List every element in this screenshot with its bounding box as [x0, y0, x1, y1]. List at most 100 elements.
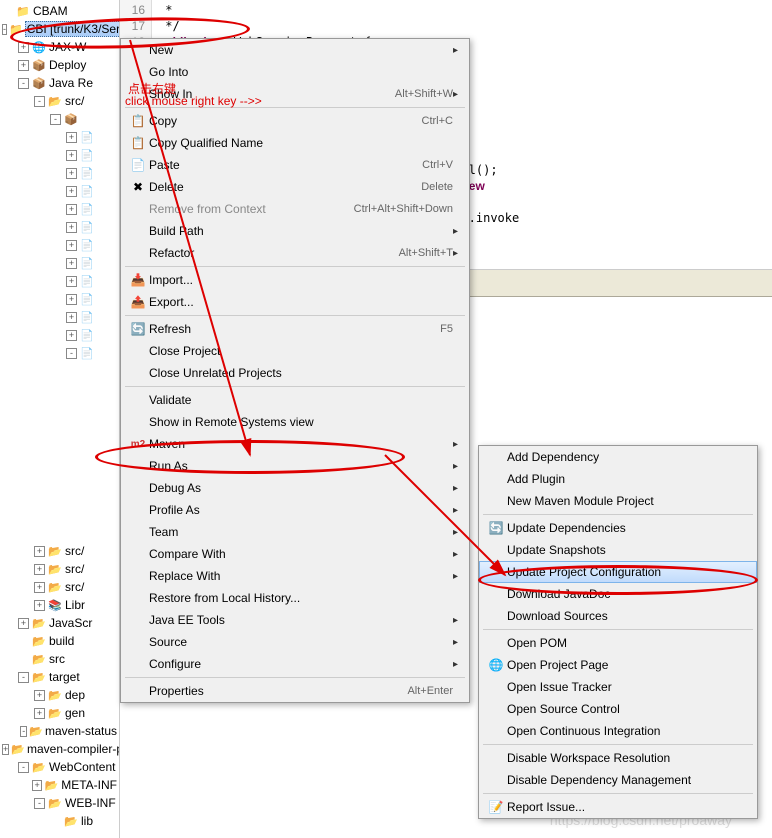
tree-item[interactable]: -📦 [0, 110, 119, 128]
menu-item-maven[interactable]: m2Maven▸ [121, 433, 469, 455]
menu-item-refactor[interactable]: RefactorAlt+Shift+T▸ [121, 242, 469, 264]
menu-item-remove-from-context[interactable]: Remove from ContextCtrl+Alt+Shift+Down [121, 198, 469, 220]
tree-item[interactable] [0, 488, 119, 506]
expander-icon[interactable]: - [18, 672, 29, 683]
expander-icon[interactable]: + [66, 312, 77, 323]
expander-icon[interactable]: + [66, 276, 77, 287]
expander-icon[interactable]: + [66, 132, 77, 143]
tree-item[interactable]: +📄 [0, 218, 119, 236]
menu-item-build-path[interactable]: Build Path▸ [121, 220, 469, 242]
expander-icon[interactable]: - [20, 726, 27, 737]
menu-item-delete[interactable]: ✖DeleteDelete [121, 176, 469, 198]
tree-item[interactable]: +📄 [0, 128, 119, 146]
menu-item-close-project[interactable]: Close Project [121, 340, 469, 362]
tree-item[interactable]: -📂target [0, 668, 119, 686]
tree-item[interactable] [0, 506, 119, 524]
expander-icon[interactable]: + [34, 708, 45, 719]
project-explorer[interactable]: 📁CBAM-📁CBI [trunk/K3/Server/project/...]… [0, 0, 120, 838]
tree-item[interactable]: 📂src [0, 650, 119, 668]
menu-item-restore-from-local-history-[interactable]: Restore from Local History... [121, 587, 469, 609]
submenu-item-open-continuous-integration[interactable]: Open Continuous Integration [479, 720, 757, 742]
tree-item[interactable]: 📂lib [0, 812, 119, 830]
menu-item-run-as[interactable]: Run As▸ [121, 455, 469, 477]
submenu-item-disable-dependency-management[interactable]: Disable Dependency Management [479, 769, 757, 791]
menu-item-team[interactable]: Team▸ [121, 521, 469, 543]
menu-item-go-into[interactable]: Go Into [121, 61, 469, 83]
expander-icon[interactable]: + [66, 258, 77, 269]
menu-item-validate[interactable]: Validate [121, 389, 469, 411]
submenu-item-open-issue-tracker[interactable]: Open Issue Tracker [479, 676, 757, 698]
tree-item[interactable]: +📄 [0, 182, 119, 200]
tree-item[interactable] [0, 380, 119, 398]
expander-icon[interactable]: - [2, 24, 7, 35]
tree-item[interactable]: +📂src/ [0, 542, 119, 560]
tree-item[interactable]: +📂src/ [0, 578, 119, 596]
expander-icon[interactable]: - [50, 114, 61, 125]
tree-item[interactable]: +📄 [0, 308, 119, 326]
tree-item[interactable]: -📄 [0, 344, 119, 362]
expander-icon[interactable]: + [2, 744, 9, 755]
expander-icon[interactable]: + [34, 546, 45, 557]
menu-item-refresh[interactable]: 🔄RefreshF5 [121, 318, 469, 340]
submenu-item-download-sources[interactable]: Download Sources [479, 605, 757, 627]
expander-icon[interactable]: + [66, 330, 77, 341]
tree-item[interactable]: +📂src/ [0, 560, 119, 578]
expander-icon[interactable]: - [18, 762, 29, 773]
expander-icon[interactable]: + [34, 690, 45, 701]
tree-item[interactable]: 📂build [0, 632, 119, 650]
menu-item-source[interactable]: Source▸ [121, 631, 469, 653]
expander-icon[interactable]: - [66, 348, 77, 359]
tree-item[interactable]: +📄 [0, 290, 119, 308]
tree-item[interactable]: +📂gen [0, 704, 119, 722]
menu-item-new[interactable]: New▸ [121, 39, 469, 61]
tree-item[interactable]: -📂WebContent [0, 758, 119, 776]
submenu-item-update-dependencies[interactable]: 🔄Update Dependencies [479, 517, 757, 539]
tree-item[interactable] [0, 434, 119, 452]
tree-item[interactable]: +📄 [0, 236, 119, 254]
menu-item-profile-as[interactable]: Profile As▸ [121, 499, 469, 521]
tree-item[interactable] [0, 524, 119, 542]
expander-icon[interactable]: + [34, 600, 45, 611]
menu-item-replace-with[interactable]: Replace With▸ [121, 565, 469, 587]
menu-item-import-[interactable]: 📥Import... [121, 269, 469, 291]
menu-item-copy-qualified-name[interactable]: 📋Copy Qualified Name [121, 132, 469, 154]
expander-icon[interactable]: + [18, 42, 29, 53]
tree-item[interactable]: +📂maven-compiler-plugin [0, 740, 119, 758]
submenu-item-open-project-page[interactable]: 🌐Open Project Page [479, 654, 757, 676]
menu-item-copy[interactable]: 📋CopyCtrl+C [121, 110, 469, 132]
submenu-item-download-javadoc[interactable]: Download JavaDoc [479, 583, 757, 605]
tree-item[interactable]: +📂dep [0, 686, 119, 704]
menu-item-java-ee-tools[interactable]: Java EE Tools▸ [121, 609, 469, 631]
tree-item[interactable]: -📁CBI [trunk/K3/Server/project/...] [0, 20, 119, 38]
tree-item[interactable]: -📦Java Re [0, 74, 119, 92]
expander-icon[interactable]: + [66, 168, 77, 179]
submenu-item-disable-workspace-resolution[interactable]: Disable Workspace Resolution [479, 747, 757, 769]
expander-icon[interactable]: + [66, 240, 77, 251]
tree-item[interactable]: -📂WEB-INF [0, 794, 119, 812]
tree-item[interactable]: +📄 [0, 272, 119, 290]
menu-item-show-in-remote-systems-view[interactable]: Show in Remote Systems view [121, 411, 469, 433]
expander-icon[interactable]: + [34, 564, 45, 575]
submenu-item-open-pom[interactable]: Open POM [479, 632, 757, 654]
submenu-item-update-project-configuration[interactable]: Update Project Configuration [479, 561, 757, 583]
menu-item-properties[interactable]: PropertiesAlt+Enter [121, 680, 469, 702]
tree-item[interactable]: +📚Libr [0, 596, 119, 614]
tree-item[interactable]: -📂src/ [0, 92, 119, 110]
tree-item[interactable]: +📦Deploy [0, 56, 119, 74]
menu-item-close-unrelated-projects[interactable]: Close Unrelated Projects [121, 362, 469, 384]
tree-item[interactable]: +📄 [0, 164, 119, 182]
menu-item-export-[interactable]: 📤Export... [121, 291, 469, 313]
tree-item[interactable] [0, 470, 119, 488]
expander-icon[interactable]: - [34, 798, 45, 809]
submenu-item-add-dependency[interactable]: Add Dependency [479, 446, 757, 468]
tree-item[interactable]: +📄 [0, 146, 119, 164]
submenu-item-new-maven-module-project[interactable]: New Maven Module Project [479, 490, 757, 512]
tree-item[interactable]: +📂META-INF [0, 776, 119, 794]
expander-icon[interactable]: + [18, 60, 29, 71]
submenu-item-report-issue-[interactable]: 📝Report Issue... [479, 796, 757, 818]
expander-icon[interactable]: + [18, 618, 29, 629]
tree-item[interactable]: +📂JavaScr [0, 614, 119, 632]
tree-item[interactable] [0, 398, 119, 416]
tree-item[interactable]: +📄 [0, 200, 119, 218]
expander-icon[interactable]: + [66, 186, 77, 197]
